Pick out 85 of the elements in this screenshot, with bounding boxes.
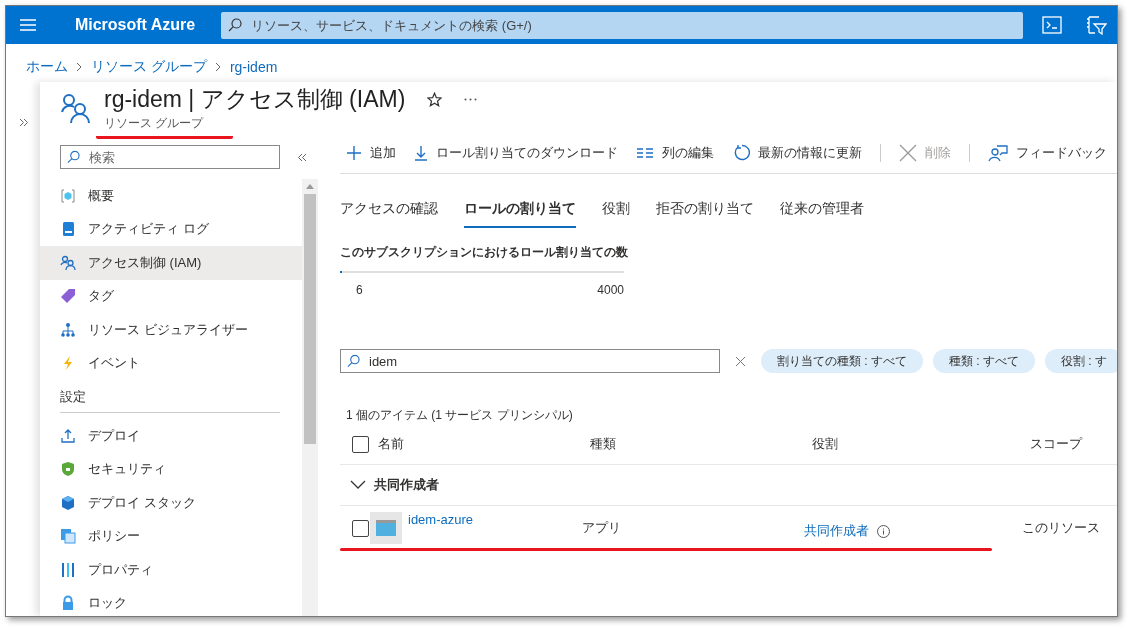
double-chevron-icon [18, 117, 28, 127]
scroll-up-icon[interactable] [306, 184, 314, 189]
double-chevron-icon [298, 152, 307, 162]
tab[interactable]: 役割 [602, 196, 630, 228]
filter-pill[interactable]: 割り当ての種類 : すべて [761, 349, 923, 373]
document-icon [60, 528, 76, 545]
table-cell: このリソース [1022, 520, 1100, 535]
terminal-icon [1042, 16, 1063, 34]
role-link[interactable]: 共同作成者 [804, 522, 869, 540]
menu-item[interactable]: ポリシー [40, 519, 302, 553]
star-icon [427, 92, 443, 107]
filter-field[interactable]: idem [340, 349, 720, 373]
column-header[interactable]: 名前 [378, 436, 404, 451]
close-icon [736, 356, 745, 366]
toolbar-button[interactable]: 最新の情報に更新 [732, 144, 862, 162]
shield-icon [60, 461, 76, 478]
book-filter-icon [1085, 15, 1108, 35]
page-title: rg-idem | アクセス制御 (IAM) [104, 85, 406, 114]
tab[interactable]: アクセスの確認 [340, 196, 438, 228]
column-header[interactable]: 種類 [590, 436, 616, 451]
menu-item[interactable]: デプロイ [40, 419, 302, 453]
tab[interactable]: 従来の管理者 [780, 196, 864, 228]
menu-item[interactable]: アクティビティ ログ [40, 212, 302, 246]
menu-item[interactable]: アクセス制御 (IAM) [40, 246, 302, 280]
chevron-down-icon[interactable] [350, 480, 366, 490]
menu-item[interactable]: タグ [40, 279, 302, 313]
app-link[interactable]: idem-azure [408, 512, 474, 527]
global-search-field[interactable]: リソース、サービス、ドキュメントの検索 (G+/) [221, 11, 1024, 39]
checkbox[interactable] [352, 435, 369, 453]
breadcrumb-link[interactable]: rg-idem [229, 59, 278, 75]
download-icon [414, 145, 428, 161]
list-icon [636, 147, 654, 159]
people-icon [60, 92, 92, 124]
menu-item[interactable]: セキュリティ [40, 452, 302, 486]
cube-icon [60, 494, 76, 511]
tab[interactable]: ロールの割り当て [464, 196, 576, 228]
column-header[interactable]: スコープ [1030, 436, 1082, 451]
scrollbar[interactable] [302, 179, 318, 616]
app-window-icon [370, 512, 402, 544]
close-icon [899, 144, 917, 162]
menu-item[interactable]: イベント [40, 346, 302, 380]
table-cell: アプリ [582, 520, 621, 535]
filter-pill[interactable]: 種類 : すべて [933, 349, 1036, 373]
menu-item[interactable]: ロック [40, 586, 302, 616]
info-icon [877, 524, 890, 538]
page-subtitle: リソース グループ [96, 115, 234, 139]
toolbar-button[interactable]: フィードバック [988, 144, 1107, 162]
network-icon [60, 321, 76, 338]
chevron-icon [76, 62, 83, 72]
search-icon [67, 150, 80, 164]
ellipsis-icon [464, 98, 478, 101]
menu-item[interactable]: 概要 [40, 179, 302, 213]
upload-icon [60, 427, 76, 444]
section-heading: 設定 [59, 388, 87, 406]
menu-search-field[interactable]: 検索 [60, 145, 280, 169]
people-icon [60, 254, 76, 271]
cube-icon [60, 187, 76, 204]
menu-item[interactable]: リソース ビジュアライザー [40, 313, 302, 347]
brand-name: Microsoft Azure [74, 16, 196, 34]
meter-value: 6 [356, 283, 363, 297]
plus-icon [346, 145, 362, 161]
menu-icon [20, 19, 37, 31]
feedback-icon [988, 144, 1008, 162]
bars-icon [60, 561, 76, 578]
column-header[interactable]: 役割 [812, 435, 838, 453]
lock-icon [60, 595, 76, 612]
meter-max: 4000 [597, 283, 624, 297]
group-title: 共同作成者 [374, 476, 439, 494]
book-icon [60, 221, 76, 238]
tab[interactable]: 拒否の割り当て [656, 196, 754, 228]
toolbar-button[interactable]: 追加 [346, 144, 396, 162]
toolbar-button[interactable]: ロール割り当てのダウンロード [414, 144, 618, 162]
breadcrumb-link[interactable]: リソース グループ [91, 58, 207, 76]
menu-item[interactable]: デプロイ スタック [40, 486, 302, 520]
tag-icon [60, 288, 76, 305]
breadcrumb-link[interactable]: ホーム [26, 58, 68, 76]
meter-label: このサブスクリプションにおけるロール割り当ての数 [340, 244, 628, 261]
menu-item[interactable]: プロパティ [40, 553, 302, 587]
toolbar-button[interactable]: 列の編集 [636, 144, 714, 162]
refresh-icon [732, 144, 750, 162]
search-icon [347, 354, 360, 368]
checkbox[interactable] [352, 519, 369, 537]
chevron-icon [214, 62, 222, 72]
filter-pill[interactable]: 役割 : す [1045, 349, 1117, 373]
item-count: 1 個のアイテム (1 サービス プリンシパル) [345, 407, 574, 424]
